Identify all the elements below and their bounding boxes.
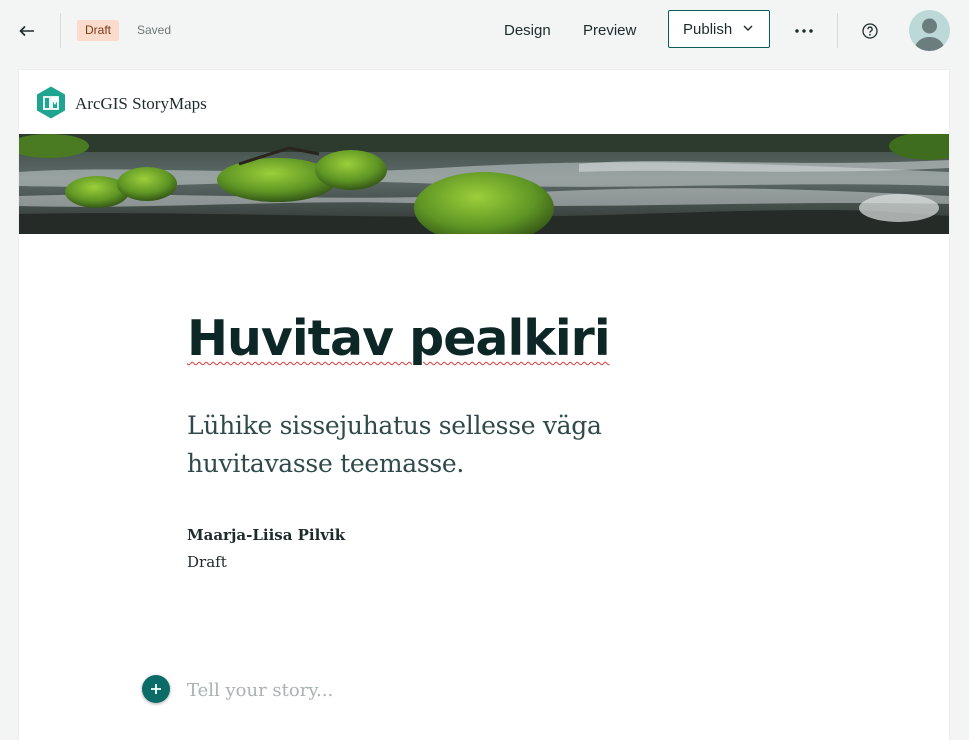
save-status: Saved — [137, 23, 172, 37]
story-body-input[interactable] — [187, 677, 607, 703]
toolbar-divider — [60, 13, 61, 48]
publish-button-label: Publish — [683, 20, 733, 38]
back-button[interactable] — [10, 16, 44, 46]
help-button[interactable] — [855, 16, 885, 46]
river-moss-image — [19, 134, 949, 234]
help-circle-icon — [862, 23, 878, 39]
cover-image — [19, 134, 949, 234]
top-toolbar: Draft Saved Design Preview Publish — [0, 0, 969, 62]
story-status: Draft — [187, 553, 227, 571]
design-button[interactable]: Design — [504, 22, 551, 39]
toolbar-divider — [837, 13, 838, 48]
story-author[interactable]: Maarja-Liisa Pilvik — [187, 526, 345, 544]
status-badge: Draft — [77, 20, 120, 41]
user-avatar[interactable] — [909, 10, 950, 51]
more-horizontal-icon — [795, 29, 813, 33]
brand-name: ArcGIS StoryMaps — [75, 94, 207, 113]
story-introduction[interactable]: Lühike sissejuhatus sellesse väga huvita… — [187, 407, 657, 483]
plus-icon — [151, 684, 161, 694]
chevron-down-icon — [743, 25, 753, 31]
arrow-left-icon — [19, 25, 34, 37]
publish-button[interactable]: Publish — [668, 10, 770, 48]
preview-button[interactable]: Preview — [583, 22, 636, 39]
story-canvas: ArcGIS StoryMaps Huvitav pealkiri Lühike… — [19, 70, 949, 740]
user-avatar-icon — [914, 18, 945, 51]
add-block-button[interactable] — [142, 675, 170, 703]
story-header-bar: ArcGIS StoryMaps — [19, 70, 949, 134]
more-options-button[interactable] — [788, 16, 820, 46]
storymaps-logo-icon — [37, 86, 65, 119]
story-title[interactable]: Huvitav pealkiri — [187, 310, 611, 367]
